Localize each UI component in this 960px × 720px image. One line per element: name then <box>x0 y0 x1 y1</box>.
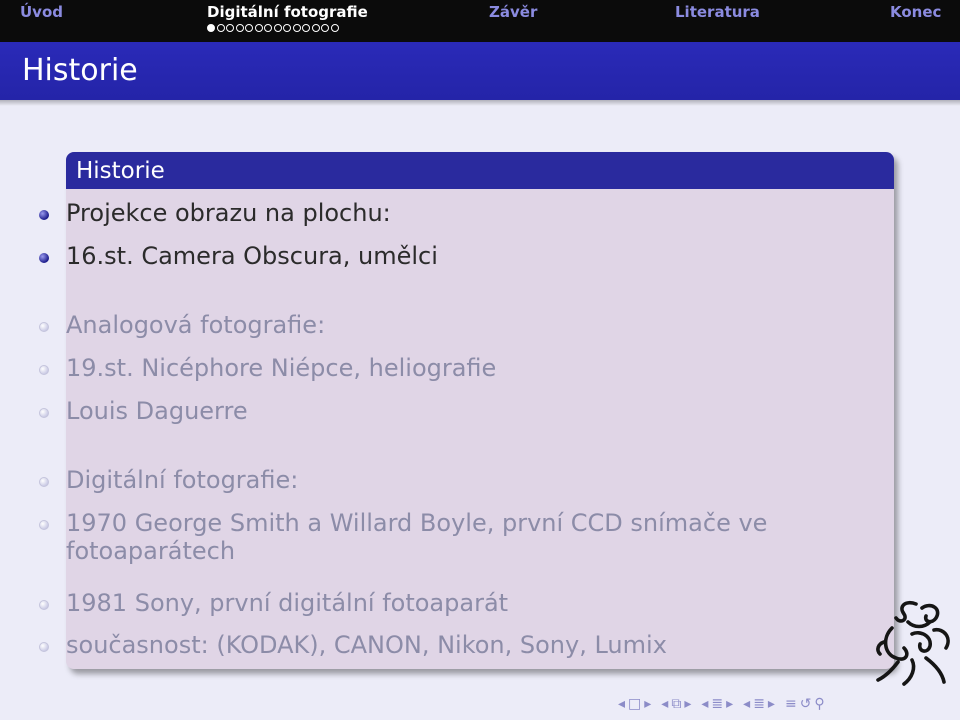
page-title: Historie <box>22 53 138 88</box>
frame-progress-dots <box>207 24 339 34</box>
bullet-icon <box>39 520 49 530</box>
frame-dot[interactable] <box>264 24 272 32</box>
nav-section-literatura[interactable]: Literatura <box>675 3 760 21</box>
list-item: 1970 George Smith a Willard Boyle, první… <box>39 509 767 565</box>
frame-dot[interactable] <box>226 24 234 32</box>
frame-dot[interactable] <box>273 24 282 32</box>
list-item: Analogová fotografie: <box>39 311 325 339</box>
nav-left-icon[interactable]: ◂ <box>618 696 625 712</box>
top-navigation-bar: Úvod Digitální fotografie Závěr Literatu… <box>0 0 960 42</box>
frame-dot[interactable] <box>302 24 310 32</box>
list-item: Digitální fotografie: <box>39 466 298 494</box>
nav-frame-icon[interactable]: □ <box>628 696 641 712</box>
nav-left-icon[interactable]: ◂ <box>661 696 668 712</box>
list-item: 19.st. Nicéphore Niépce, heliografie <box>39 354 496 382</box>
nav-search-icon[interactable]: ↺ <box>800 696 812 712</box>
frame-dot[interactable] <box>292 24 301 32</box>
list-item: Projekce obrazu na plochu: <box>39 199 391 227</box>
bullet-icon <box>39 365 49 375</box>
nav-right-icon[interactable]: ▸ <box>726 696 733 712</box>
nav-section-icon[interactable]: ≣ <box>753 696 765 712</box>
bullet-icon <box>39 408 49 418</box>
nav-right-icon[interactable]: ▸ <box>768 696 775 712</box>
bullet-icon <box>39 210 49 220</box>
nav-section-zaver[interactable]: Závěr <box>489 3 537 21</box>
frame-dot[interactable] <box>207 24 215 32</box>
block-title: Historie <box>66 152 894 189</box>
frame-dot[interactable] <box>245 24 253 32</box>
nav-left-icon[interactable]: ◂ <box>701 696 708 712</box>
nav-section-icon[interactable]: ≣ <box>711 696 723 712</box>
nav-appendix-icon[interactable]: ≡ <box>785 696 797 712</box>
list-item: 1981 Sony, první digitální fotoaparát <box>39 589 508 617</box>
list-item: současnost: (KODAK), CANON, Nikon, Sony,… <box>39 631 667 659</box>
nav-subsection-icon[interactable]: ⧉ <box>671 696 681 712</box>
bullet-icon <box>39 253 49 263</box>
list-item: Louis Daguerre <box>39 397 248 425</box>
frame-dot[interactable] <box>235 24 244 32</box>
nav-right-icon[interactable]: ▸ <box>684 696 691 712</box>
university-lion-logo <box>876 600 950 686</box>
nav-zoom-icon[interactable]: ⚲ <box>814 696 824 712</box>
list-item: 16.st. Camera Obscura, umělci <box>39 242 438 270</box>
frame-title-bar: Historie <box>0 42 960 106</box>
bullet-icon <box>39 477 49 487</box>
frame-dot[interactable] <box>283 24 291 32</box>
nav-left-icon[interactable]: ◂ <box>743 696 750 712</box>
beamer-navigation-symbols: ◂ □ ▸ ◂ ⧉ ▸ ◂ ≣ ▸ ◂ ≣ ▸ ≡ ↺ ⚲ <box>618 696 828 712</box>
frame-dot[interactable] <box>311 24 320 32</box>
nav-section-digitalni-fotografie[interactable]: Digitální fotografie <box>207 3 368 21</box>
frame-dot[interactable] <box>321 24 329 32</box>
nav-section-konec[interactable]: Konec <box>890 3 941 21</box>
bullet-icon <box>39 322 49 332</box>
frame-dot[interactable] <box>330 24 339 32</box>
bullet-icon <box>39 600 49 610</box>
nav-right-icon[interactable]: ▸ <box>644 696 651 712</box>
frame-dot[interactable] <box>254 24 263 32</box>
nav-section-uvod[interactable]: Úvod <box>20 3 63 21</box>
frame-dot[interactable] <box>216 24 225 32</box>
bullet-icon <box>39 642 49 652</box>
